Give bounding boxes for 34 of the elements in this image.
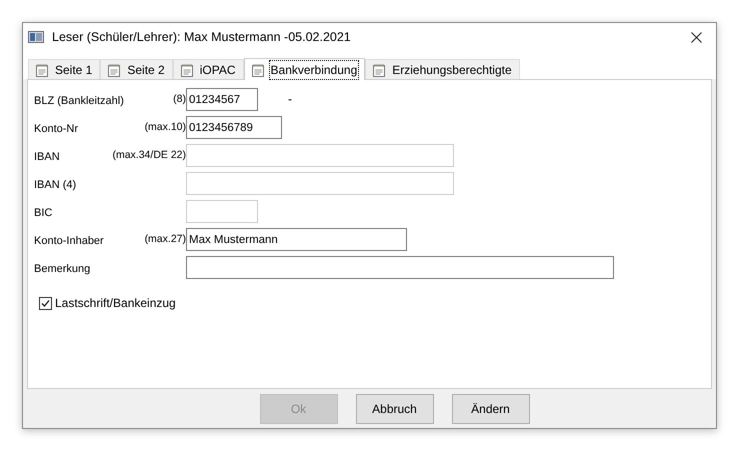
field-label: BLZ (Bankleitzahl) xyxy=(34,94,124,109)
window-title: Leser (Schüler/Lehrer): Max Mustermann -05.02.2021 xyxy=(52,28,351,46)
field-label: Konto-Nr xyxy=(34,122,78,137)
field-label: IBAN (4) xyxy=(34,178,76,193)
close-icon xyxy=(690,32,702,42)
text-field[interactable]: 0123456789 xyxy=(186,116,282,139)
notepad-icon xyxy=(250,62,265,76)
dialog-button[interactable]: Ändern xyxy=(452,394,530,424)
tab[interactable]: Erziehungsberechtigte xyxy=(365,59,520,79)
tab[interactable]: Seite 1 xyxy=(28,59,100,79)
checkbox-label: Lastschrift/Bankeinzug xyxy=(55,295,176,312)
notepad-icon xyxy=(372,62,386,76)
tab[interactable]: Seite 2 xyxy=(100,59,173,79)
tab[interactable]: iOPAC xyxy=(172,59,244,79)
text-field[interactable] xyxy=(186,256,614,279)
field-label: Bemerkung xyxy=(34,262,90,277)
window-icon xyxy=(28,31,44,43)
field-label: Konto-Inhaber xyxy=(34,234,104,249)
dialog-button[interactable]: Abbruch xyxy=(356,394,434,424)
field-hint: (max.34/DE 22) xyxy=(112,148,186,163)
checkbox[interactable] xyxy=(39,296,52,310)
field-label: IBAN xyxy=(34,150,60,165)
text-field[interactable]: Max Mustermann xyxy=(186,228,407,251)
field-hint: (max.10) xyxy=(144,120,186,135)
field-note: - xyxy=(288,91,292,108)
tab[interactable]: Bankverbindung xyxy=(244,58,366,80)
check-icon xyxy=(41,298,50,308)
notepad-icon xyxy=(35,62,49,76)
text-field[interactable]: 01234567 xyxy=(186,88,258,111)
field-label: BIC xyxy=(34,206,52,221)
field-hint: (max.27) xyxy=(144,232,186,247)
field-hint: (8) xyxy=(173,92,186,107)
notepad-icon xyxy=(107,62,122,76)
notepad-icon xyxy=(180,62,194,76)
